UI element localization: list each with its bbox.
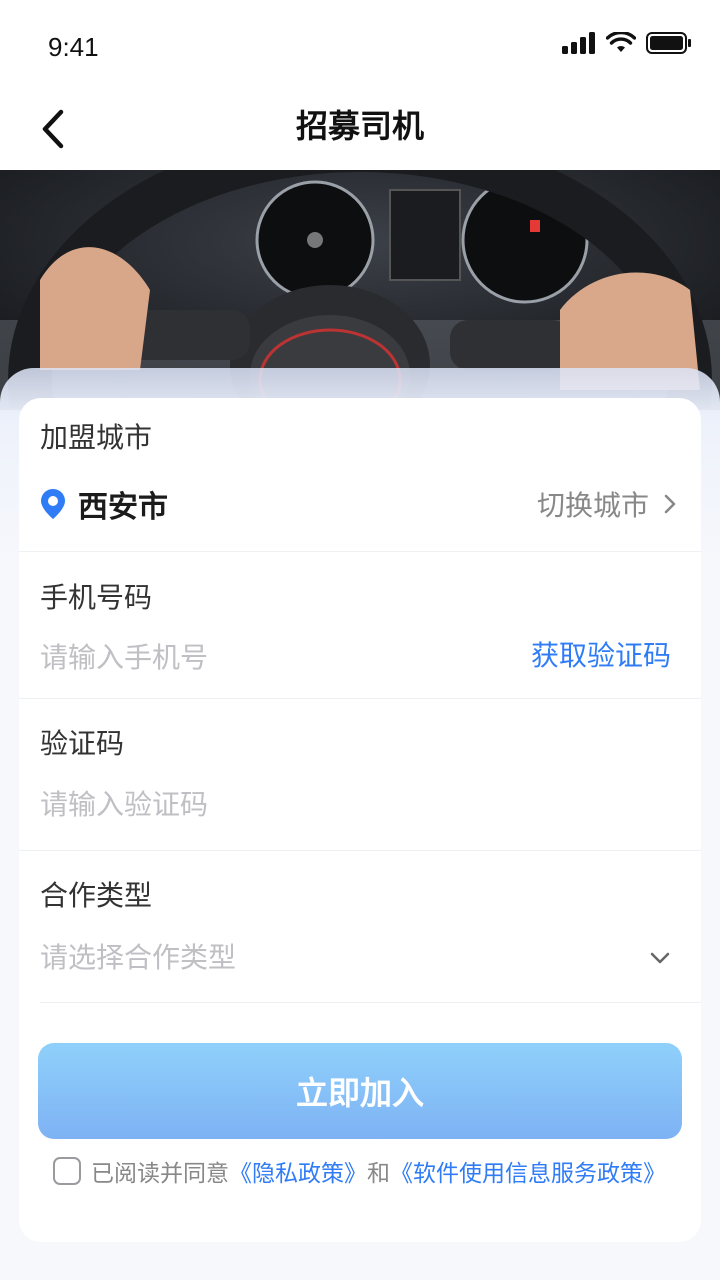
cellular-signal-icon <box>562 32 595 54</box>
agreement-conjunction: 和 <box>367 1161 390 1187</box>
divider <box>19 850 701 851</box>
chevron-down-icon <box>650 952 670 964</box>
form-card: 加盟城市 西安市 切换城市 手机号码 请输入手机号 获取验证码 验证码 请输入验… <box>19 398 701 1242</box>
code-input[interactable]: 请输入验证码 <box>40 785 208 825</box>
code-label: 验证码 <box>40 727 125 760</box>
agreement-prefix: 已阅读并同意 <box>91 1161 229 1187</box>
city-label: 加盟城市 <box>40 421 153 454</box>
agreement-row: 已阅读并同意 《隐私政策》 和 《软件使用信息服务政策》 <box>53 1155 666 1187</box>
get-code-button[interactable]: 获取验证码 <box>531 636 671 676</box>
status-icons <box>562 32 692 54</box>
chevron-right-icon <box>664 494 676 514</box>
switch-city-button[interactable]: 切换城市 <box>537 484 681 524</box>
location-pin-icon <box>41 489 65 519</box>
coop-type-placeholder: 请选择合作类型 <box>40 941 237 974</box>
phone-input[interactable]: 请输入手机号 <box>40 638 208 678</box>
page-title: 招募司机 <box>295 107 424 145</box>
status-time: 9:41 <box>48 32 99 62</box>
status-bar: 9:41 <box>0 0 720 90</box>
coop-type-label: 合作类型 <box>40 879 153 912</box>
city-row: 西安市 切换城市 <box>40 484 681 525</box>
coop-type-select[interactable]: 请选择合作类型 <box>19 936 701 980</box>
wifi-icon <box>606 32 636 52</box>
divider <box>40 1002 701 1003</box>
phone-label: 手机号码 <box>40 581 153 614</box>
switch-city-label: 切换城市 <box>536 489 649 522</box>
agreement-checkbox[interactable] <box>53 1157 81 1185</box>
privacy-policy-link[interactable]: 《隐私政策》 <box>229 1154 367 1188</box>
selected-city: 西安市 <box>78 490 168 525</box>
nav-bar: 招募司机 <box>0 90 720 170</box>
battery-icon <box>646 32 691 54</box>
service-policy-link[interactable]: 《软件使用信息服务政策》 <box>390 1154 666 1188</box>
divider <box>19 698 701 699</box>
join-now-button[interactable]: 立即加入 <box>38 1043 682 1139</box>
divider <box>19 551 701 552</box>
